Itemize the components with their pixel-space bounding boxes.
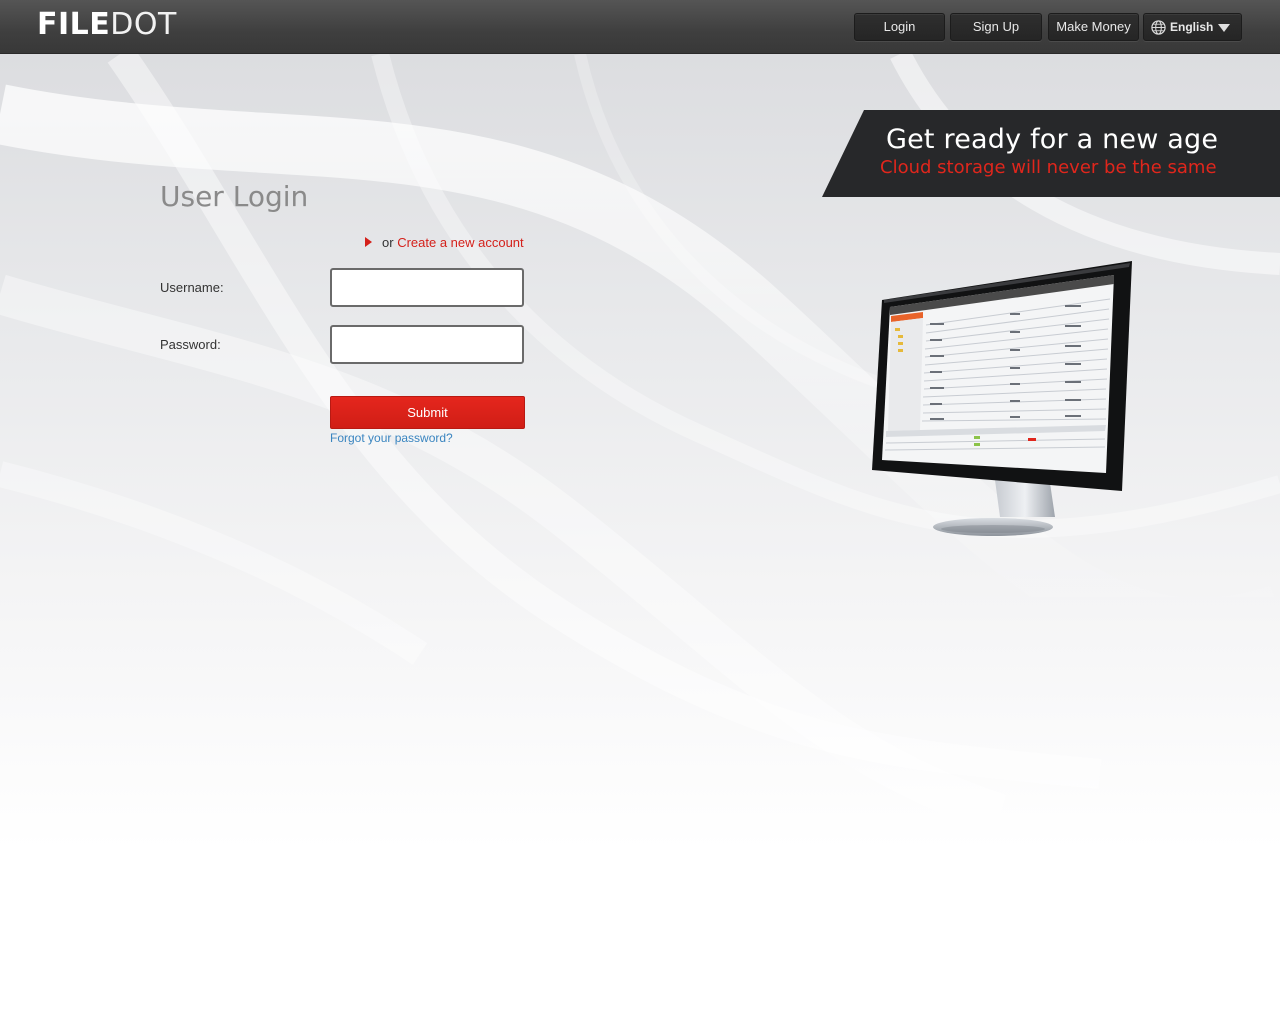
chevron-down-icon — [1218, 24, 1230, 32]
make-money-nav-button[interactable]: Make Money — [1048, 13, 1139, 41]
username-input[interactable] — [330, 268, 524, 307]
forgot-password-link[interactable]: Forgot your password? — [330, 431, 453, 445]
globe-icon — [1151, 20, 1166, 35]
banner-subtitle: Cloud storage will never be the same — [880, 157, 1217, 178]
banner-title: Get ready for a new age — [886, 124, 1219, 155]
password-label: Password: — [160, 337, 221, 352]
arrow-right-icon — [365, 237, 372, 247]
password-input[interactable] — [330, 325, 524, 364]
language-selector[interactable]: English — [1143, 13, 1242, 41]
login-nav-button[interactable]: Login — [854, 13, 945, 41]
create-account-link[interactable]: Create a new account — [397, 235, 523, 250]
promo-banner: Get ready for a new age Cloud storage wi… — [822, 110, 1280, 197]
signup-nav-button[interactable]: Sign Up — [950, 13, 1042, 41]
language-label: English — [1170, 20, 1214, 34]
logo-text-thin: DOT — [110, 7, 177, 42]
username-label: Username: — [160, 280, 224, 295]
create-account-row: or Create a new account — [365, 235, 524, 250]
filedot-logo[interactable]: FILEDOT — [37, 9, 177, 41]
submit-button[interactable]: Submit — [330, 396, 525, 429]
logo-text-bold: FILE — [37, 7, 111, 42]
monitor-illustration — [872, 261, 1132, 536]
top-navbar: FILEDOT Login Sign Up Make Money English — [0, 0, 1280, 54]
page-title: User Login — [160, 180, 309, 213]
or-text: or — [382, 235, 394, 250]
